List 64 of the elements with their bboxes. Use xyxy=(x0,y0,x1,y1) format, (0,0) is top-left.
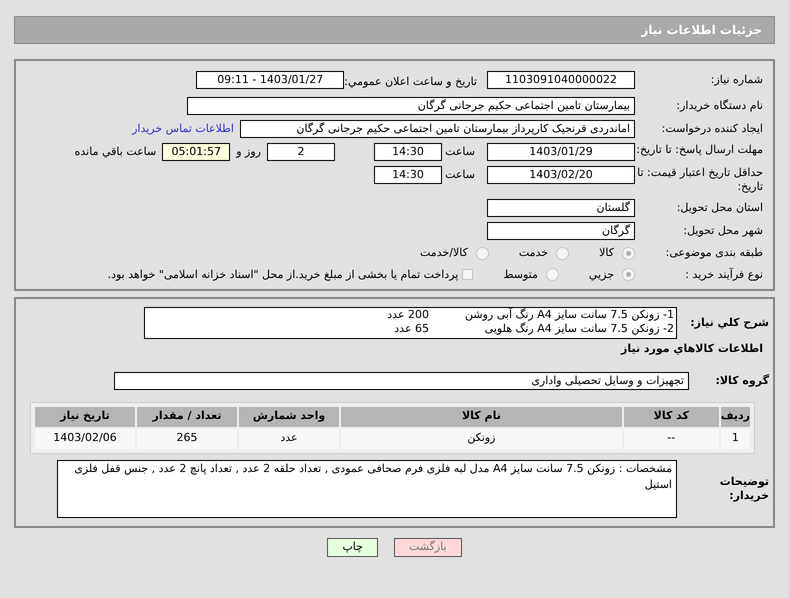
text-field[interactable]: گرگان xyxy=(487,222,635,240)
field-label: طبقه بندی موضوعی: xyxy=(664,246,763,260)
radio-label: کالا xyxy=(599,245,614,261)
section-heading: اطلاعات کالاهاي مورد نياز xyxy=(620,341,763,357)
time-label: ساعت xyxy=(444,144,475,160)
column-header: واحد شمارش xyxy=(239,406,339,426)
page-title: جزئیات اطلاعات نیاز xyxy=(641,22,762,39)
text-field[interactable]: 14:30 xyxy=(374,143,442,161)
buyer-contact-link[interactable]: اطلاعات تماس خریدار xyxy=(132,120,234,138)
text-field[interactable]: 1103091040000022 xyxy=(487,71,635,89)
table-cell: عدد xyxy=(239,428,339,448)
radio-button[interactable] xyxy=(556,246,570,260)
text-field[interactable]: گلستان xyxy=(487,199,635,217)
buyer-notes-textarea[interactable]: مشخصات : زونکن 7.5 سانت سایز A4 مدل لبه فلزی فرم صحافی عمودی , تعداد حلقه 2 عدد , تعداد پانچ 2 عدد , جنس قفل فلزی استیل xyxy=(57,460,677,518)
text-field[interactable]: تجهیزات و وسایل تحصیلی واداری xyxy=(114,372,689,390)
time-label: ساعت xyxy=(444,167,475,183)
column-header: تاریخ نیاز xyxy=(35,406,135,426)
print-button[interactable]: چاپ xyxy=(327,538,378,556)
radio-label: جزيي xyxy=(588,266,614,283)
text-field[interactable]: 14:30 xyxy=(374,166,442,184)
field-label: مهلت ارسال پاسخ: تا تاریخ: xyxy=(635,143,763,157)
field-label: شرح کلي نياز: xyxy=(689,316,769,330)
field-label: گروه کالا: xyxy=(714,374,769,388)
radio-button[interactable] xyxy=(622,268,635,282)
column-header: رديف xyxy=(720,406,750,426)
field-label: نام دستگاه خریدار: xyxy=(675,99,763,113)
field-label: نوع فرآیند خرید : xyxy=(684,268,763,282)
radio-button[interactable] xyxy=(546,268,559,282)
column-header: تعداد / مقدار xyxy=(137,406,237,426)
column-header: نام کالا xyxy=(341,406,622,426)
summary-quantity: 200 عدد xyxy=(387,308,429,322)
checkbox[interactable] xyxy=(462,269,474,280)
countdown-field[interactable]: 05:01:57 xyxy=(162,143,230,161)
days-label: روز و xyxy=(236,144,261,160)
table-cell: 1 xyxy=(720,428,750,448)
field-label: استان محل تحویل: xyxy=(676,201,763,215)
payment-note: پرداخت تمام یا بخشی از مبلغ خرید.از محل "اسناد خزانه اسلامی" خواهد بود. xyxy=(108,266,458,283)
field-label: شهر محل تحویل: xyxy=(682,224,763,238)
field-label: حداقل تاریخ اعتبار قیمت: تا تاریخ: xyxy=(636,166,763,194)
table-cell: زونکن xyxy=(341,428,622,448)
summary-line: 1- زونکن 7.5 سانت سایز A4 رنگ آبی روشن xyxy=(464,308,674,322)
radio-label: متوسط xyxy=(503,266,538,283)
radio-button[interactable] xyxy=(476,246,489,260)
radio-label: کالا/خدمت xyxy=(420,245,468,261)
table-cell: 265 xyxy=(137,428,237,448)
summary-quantity: 65 عدد xyxy=(394,322,429,336)
text-field[interactable]: 1403/01/27 - 09:11 xyxy=(196,71,344,89)
table-cell: -- xyxy=(624,428,719,448)
text-field[interactable]: 2 xyxy=(267,143,335,161)
text-field[interactable]: بیمارستان تامین اجتماعی حکیم جرجانی گرگان xyxy=(187,97,635,115)
remaining-label: ساعت باقي مانده xyxy=(74,144,156,160)
text-field[interactable]: 1403/01/29 xyxy=(487,143,635,161)
field-label: تاریخ و ساعت اعلان عمومي: xyxy=(344,75,477,88)
summary-line: 2- زونکن 7.5 سانت سایز A4 رنگ هلویی xyxy=(484,322,674,336)
field-label: توضیحات خریدار: xyxy=(718,474,769,502)
text-field[interactable]: اماندردی قرنجیک کارپرداز بیمارستان تامین اجتماعی حکیم جرجانی گرگان xyxy=(240,120,635,138)
radio-label: خدمت xyxy=(518,245,548,261)
text-field[interactable]: 1403/02/20 xyxy=(487,166,635,184)
field-label: شماره نیاز: xyxy=(710,73,763,87)
field-label: ایجاد کننده درخواست: xyxy=(660,122,763,136)
radio-button[interactable] xyxy=(622,246,635,260)
table-cell: 1403/02/06 xyxy=(35,428,135,448)
summary-textarea[interactable]: 1- زونکن 7.5 سانت سایز A4 رنگ آبی روشن 200 عدد 2- زونکن 7.5 سانت سایز A4 رنگ هلویی 65 عدد xyxy=(144,307,677,339)
column-header: کد کالا xyxy=(624,406,719,426)
